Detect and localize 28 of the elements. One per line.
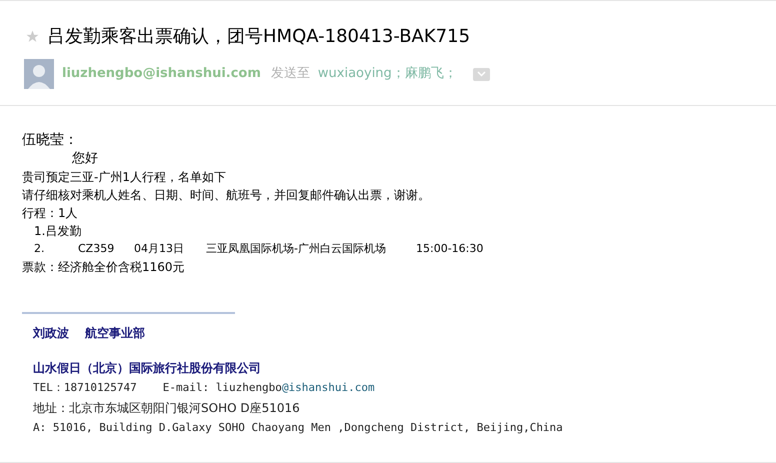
body-text: 请仔细核对乘机人姓名、日期、时间、航班号，并回复邮件确认出票，谢谢。 (22, 187, 430, 204)
sender-email[interactable]: liuzhengbo@ishanshui.com (62, 64, 261, 84)
email-subject: 吕发勤乘客出票确认，团号HMQA-180413-BAK715 (47, 25, 470, 49)
company-name: 山水假日（北京）国际旅行社股份有限公司 (33, 360, 261, 377)
flight-detail: CZ359 (78, 241, 116, 257)
fare-text: 票款：经济舱全价含税1160元 (22, 259, 185, 276)
email-line: E-mail: liuzhengbo@ishanshui.com (162, 380, 375, 396)
recipient[interactable]: 麻鹏飞； (404, 64, 457, 84)
greeting: 伍晓莹： (22, 131, 78, 150)
sent-to-label: 发送至 (270, 65, 310, 84)
avatar-icon (24, 59, 54, 89)
chevron-icon (476, 71, 486, 77)
address-text: 地址：北京市东城区朝阳门银河SOHO D座51016 (33, 400, 300, 417)
dropdown-button[interactable] (472, 68, 490, 80)
address-english: A: 51016, Building D.Galaxy SOHO Chaoyang Men ,Dongcheng District, Beijing,China (33, 420, 563, 436)
recipient[interactable]: wuxiaoying； (318, 64, 405, 84)
signature-name: 刘政波 (33, 325, 69, 342)
flight-detail: 2. (34, 241, 46, 257)
salutation-text: 您好 (71, 150, 98, 168)
signature-department: 航空事业部 (85, 325, 145, 342)
body-text: 贵司预定三亚-广州1人行程，名单如下 (22, 169, 226, 186)
flight-detail: 三亚凤凰国际机场-广州白云国际机场 (206, 241, 387, 257)
phone-text: TEL：18710125747 (33, 380, 137, 396)
passenger-name: 1.吕发勤 (33, 223, 82, 240)
flight-detail: 04月13日 (134, 241, 185, 257)
flight-detail: 15:00-16:30 (416, 241, 484, 257)
star-icon[interactable] (26, 30, 39, 43)
body-text: 行程：1人 (22, 205, 78, 222)
